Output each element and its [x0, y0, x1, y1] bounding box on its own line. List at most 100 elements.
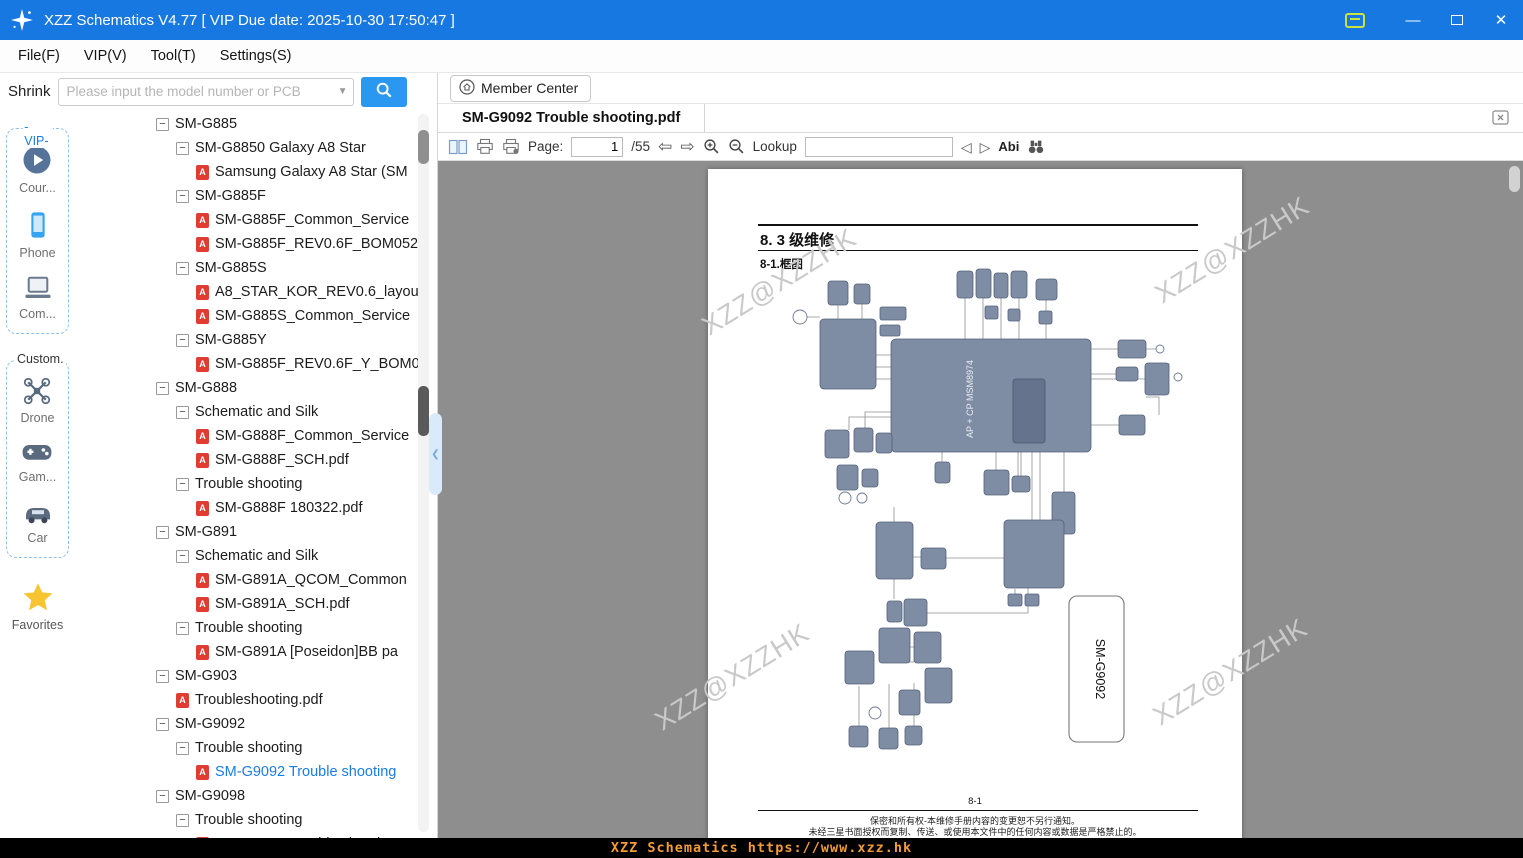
next-match-icon[interactable]: ▷ [980, 140, 991, 154]
tree-item-label: SM-G885F_REV0.6F_BOM052 [215, 236, 419, 252]
tree-item-pdf[interactable]: A A8_STAR_KOR_REV0.6_layout [75, 280, 437, 304]
collapse-icon[interactable]: − [156, 717, 169, 731]
close-button[interactable]: ✕ [1479, 0, 1523, 40]
collapse-icon[interactable]: − [176, 333, 189, 347]
print-setup-icon[interactable] [502, 138, 520, 155]
tree-item-pdf[interactable]: A SM-G891A_SCH.pdf [75, 592, 437, 616]
status-bar: XZZ Schematics https://www.xzz.hk [0, 838, 1523, 858]
two-page-view-icon[interactable] [448, 139, 468, 155]
next-page-icon[interactable]: ⇨ [680, 138, 694, 155]
tree-item-node[interactable]: − Schematic and Silk [75, 544, 437, 568]
panel-collapse-handle[interactable]: ❮ [429, 413, 442, 495]
tree-item-pdf[interactable]: A SM-G9092 Trouble shooting [75, 760, 437, 784]
menu-item[interactable]: Settings(S) [220, 48, 292, 64]
tree-item-pdf[interactable]: A SM-G891A [Poseidon]BB pa [75, 640, 437, 664]
binoculars-icon[interactable] [1027, 139, 1045, 154]
collapse-icon[interactable]: − [156, 669, 169, 683]
collapse-icon[interactable]: − [176, 549, 189, 563]
maximize-button[interactable] [1435, 0, 1479, 40]
print-icon[interactable] [476, 138, 494, 155]
zoom-out-icon[interactable] [728, 138, 745, 155]
menu-item[interactable]: Tool(T) [151, 48, 196, 64]
tree-item-label: Schematic and Silk [195, 404, 319, 420]
lookup-input[interactable] [804, 136, 953, 157]
tree-item-node[interactable]: − Schematic and Silk [75, 400, 437, 424]
collapse-icon[interactable]: − [156, 117, 169, 131]
pdf-icon: A [196, 572, 209, 588]
tree-scrollbar-thumb[interactable] [418, 386, 429, 436]
tree-item-label: SM-G891A [Poseidon]BB pa [215, 644, 398, 660]
collapse-icon[interactable]: − [176, 141, 189, 155]
tree-item-node[interactable]: − SM-G891 [75, 520, 437, 544]
model-search-input[interactable] [58, 84, 333, 99]
chevron-down-icon[interactable]: ▼ [333, 86, 353, 97]
collapse-icon[interactable]: − [176, 261, 189, 275]
tree-item-pdf[interactable]: A SM-G888F_SCH.pdf [75, 448, 437, 472]
tree-item-pdf[interactable]: A Troubleshooting.pdf [75, 688, 437, 712]
tree-item-pdf[interactable]: A SM-G9098 Trouble shooting [75, 832, 437, 838]
tree-item-node[interactable]: − SM-G885F [75, 184, 437, 208]
page-number-input[interactable] [571, 136, 624, 157]
tree-scrollbar[interactable] [418, 114, 429, 832]
match-case-icon[interactable]: Abi [998, 139, 1019, 154]
zoom-in-icon[interactable] [703, 138, 720, 155]
collapse-icon[interactable]: − [156, 381, 169, 395]
tree-item-pdf[interactable]: A SM-G885S_Common_Service [75, 304, 437, 328]
prev-match-icon[interactable]: ◁ [961, 140, 972, 154]
tree-item-pdf[interactable]: A SM-G888F_Common_Service [75, 424, 437, 448]
tree-item-pdf[interactable]: A SM-G891A_QCOM_Common [75, 568, 437, 592]
tree-item-pdf[interactable]: A Samsung Galaxy A8 Star (SM [75, 160, 437, 184]
sidebar: -VIP- Cour... Phone Com... Custom. Drone… [0, 110, 75, 838]
shrink-button[interactable]: Shrink [8, 83, 51, 100]
tree-item-pdf[interactable]: A SM-G885F_REV0.6F_BOM052 [75, 232, 437, 256]
tree-item-node[interactable]: − SM-G9092 [75, 712, 437, 736]
tree-item-pdf[interactable]: A SM-G885F_REV0.6F_Y_BOM0 [75, 352, 437, 376]
collapse-icon[interactable]: − [176, 813, 189, 827]
tree-item-node[interactable]: − SM-G885Y [75, 328, 437, 352]
tree-item-node[interactable]: − SM-G885S [75, 256, 437, 280]
sidebar-item-game[interactable]: Gam... [19, 440, 56, 484]
tree-item-node[interactable]: − Trouble shooting [75, 472, 437, 496]
tree-item-node[interactable]: − SM-G8850 Galaxy A8 Star [75, 136, 437, 160]
collapse-icon[interactable]: − [176, 741, 189, 755]
star-icon [22, 582, 54, 615]
tree-item-node[interactable]: − SM-G888 [75, 376, 437, 400]
collapse-icon[interactable]: − [176, 477, 189, 491]
pdf-icon: A [176, 692, 189, 708]
menu-item[interactable]: File(F) [18, 48, 60, 64]
tree-scrollbar-thumb[interactable] [418, 130, 429, 164]
close-document-icon[interactable] [1492, 110, 1509, 130]
collapse-icon[interactable]: − [156, 525, 169, 539]
tree-item-node[interactable]: − SM-G903 [75, 664, 437, 688]
vip-section: -VIP- Cour... Phone Com... [6, 120, 69, 334]
tree-item-node[interactable]: − Trouble shooting [75, 808, 437, 832]
sidebar-item-favorites[interactable]: Favorites [0, 582, 75, 632]
tree-item-node[interactable]: − SM-G885 [75, 112, 437, 136]
pdf-viewer[interactable]: 8. 3 级维修 8-1.框图 AP + CP MSM8974 SM-G9092… [438, 161, 1523, 838]
sidebar-item-phone[interactable]: Phone [19, 210, 56, 260]
collapse-icon[interactable]: − [176, 621, 189, 635]
tree-item-node[interactable]: − Trouble shooting [75, 736, 437, 760]
viewer-scrollbar-thumb[interactable] [1509, 166, 1520, 192]
file-tree[interactable]: − SM-G885− SM-G8850 Galaxy A8 Star A Samsung… [75, 110, 437, 838]
menu-item[interactable]: VIP(V) [84, 48, 127, 64]
tree-item-node[interactable]: − SM-G9098 [75, 784, 437, 808]
sidebar-item-course[interactable]: Cour... [19, 145, 56, 195]
collapse-icon[interactable]: − [176, 189, 189, 203]
member-center-button[interactable]: Member Center [450, 74, 592, 102]
tree-item-label: Schematic and Silk [195, 548, 319, 564]
vip-card-icon[interactable] [1345, 12, 1365, 28]
prev-page-icon[interactable]: ⇦ [658, 138, 672, 155]
minimize-button[interactable]: — [1391, 0, 1435, 40]
search-button[interactable] [360, 76, 407, 107]
tree-item-pdf[interactable]: A SM-G885F_Common_Service [75, 208, 437, 232]
tree-item-node[interactable]: − Trouble shooting [75, 616, 437, 640]
collapse-icon[interactable]: − [156, 789, 169, 803]
collapse-icon[interactable]: − [176, 405, 189, 419]
sidebar-item-car[interactable]: Car [22, 499, 54, 545]
document-tab[interactable]: SM-G9092 Trouble shooting.pdf [438, 104, 706, 132]
sidebar-item-computer[interactable]: Com... [19, 275, 56, 321]
laptop-icon [23, 275, 53, 304]
sidebar-item-drone[interactable]: Drone [20, 377, 55, 425]
tree-item-pdf[interactable]: A SM-G888F 180322.pdf [75, 496, 437, 520]
